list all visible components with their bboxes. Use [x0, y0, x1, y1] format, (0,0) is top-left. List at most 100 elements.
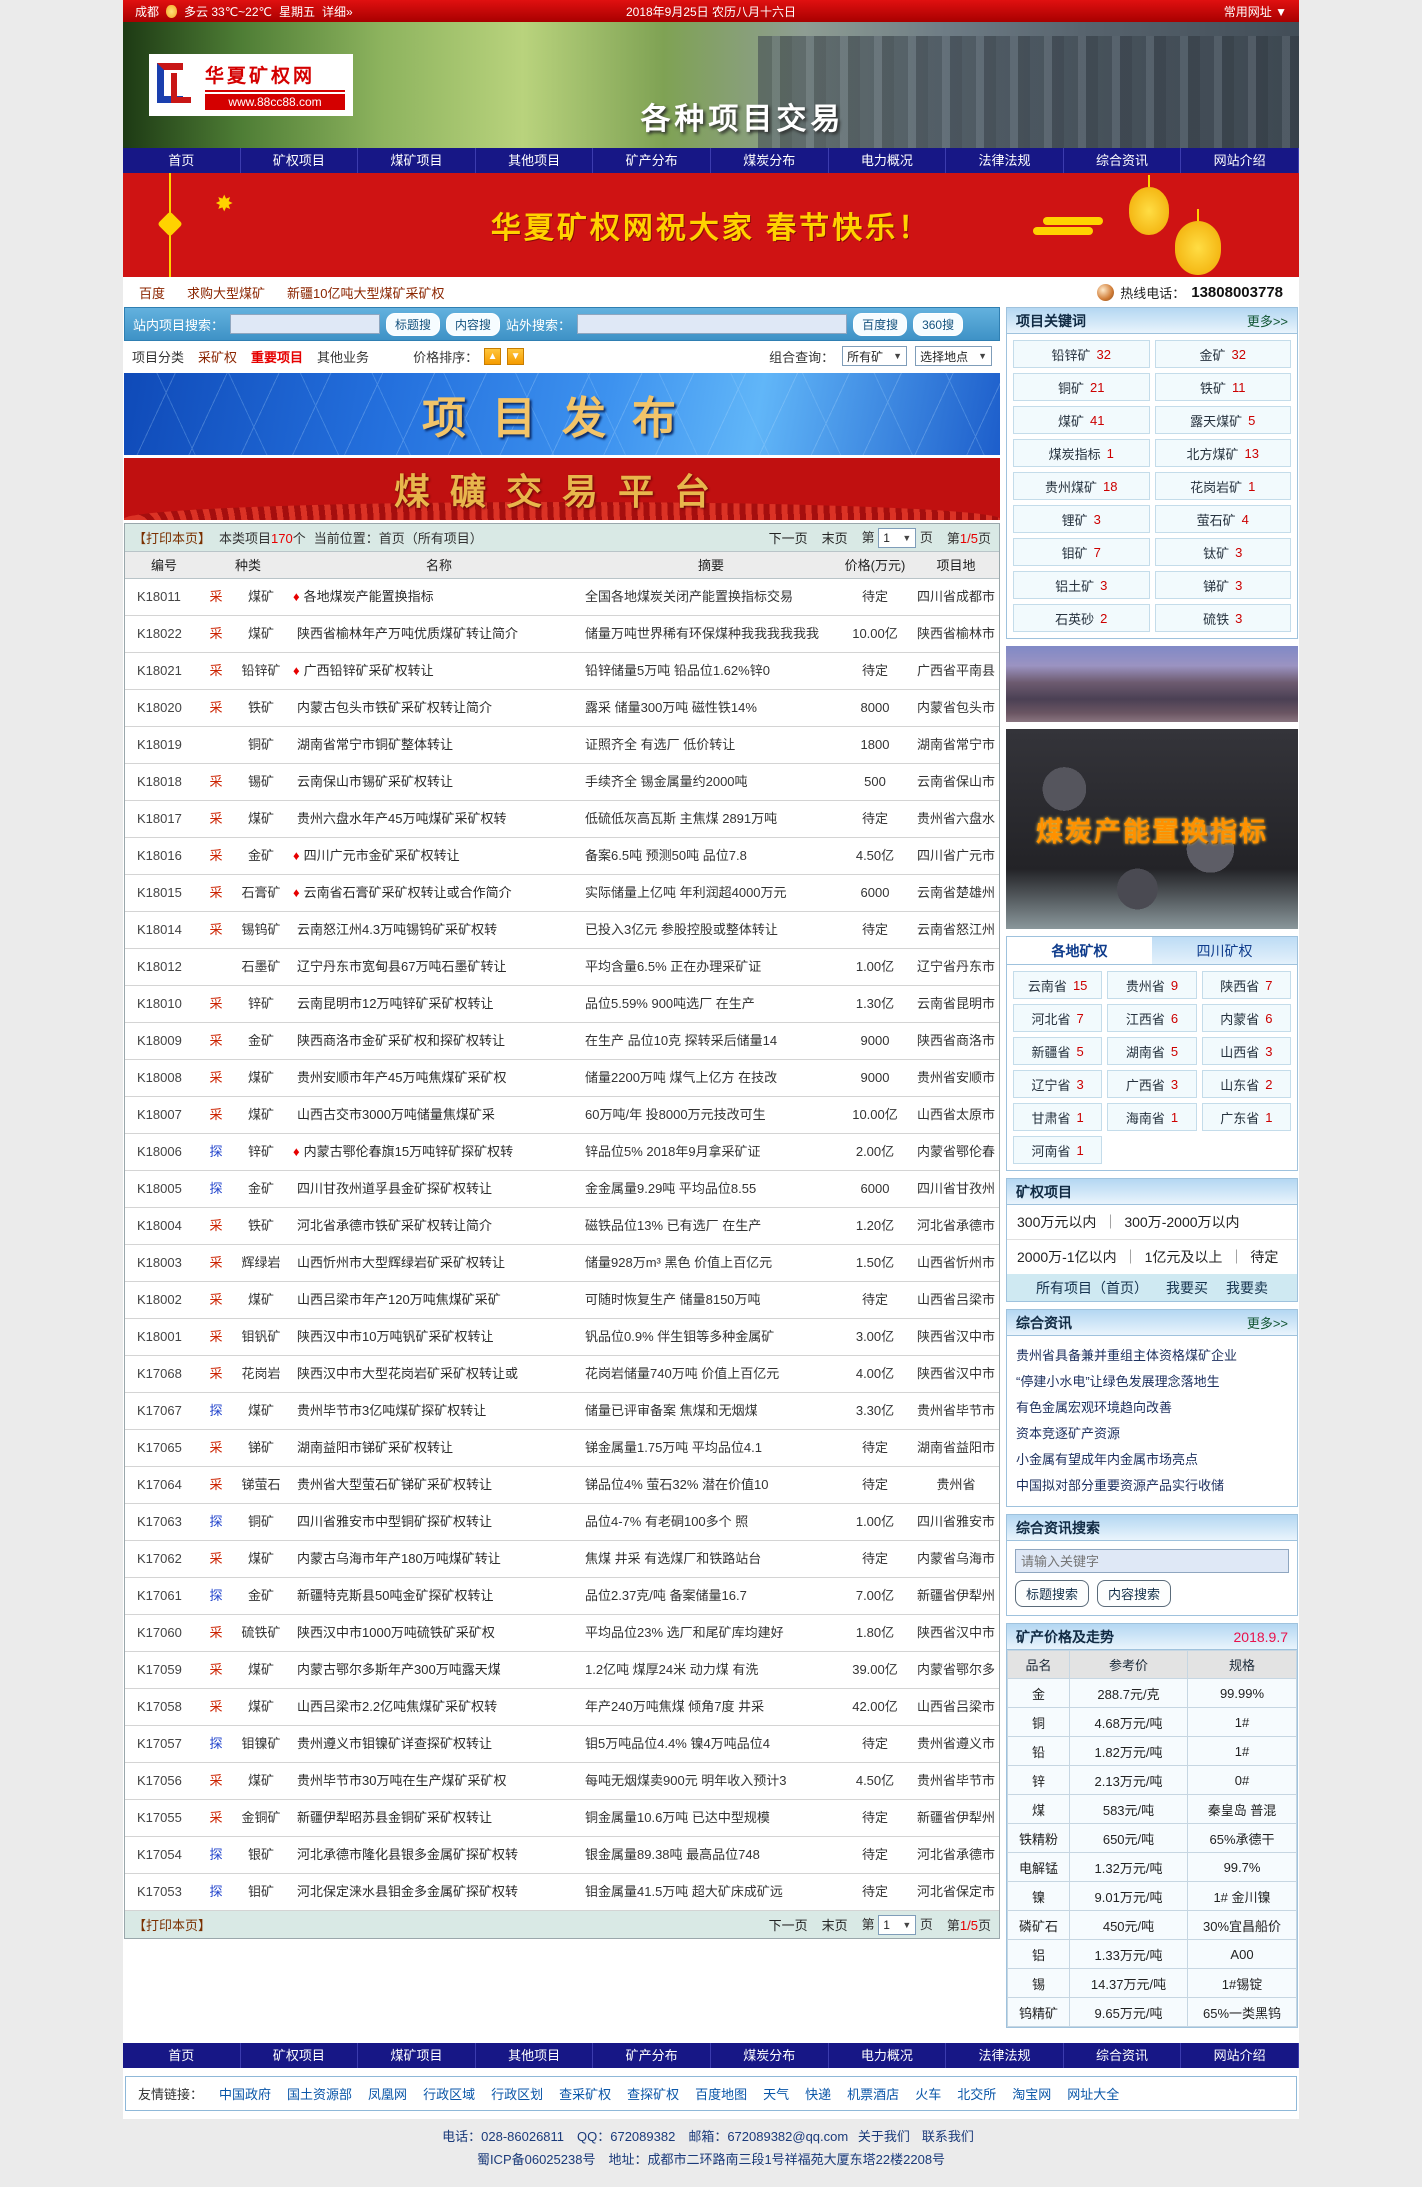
contact-link[interactable]: 关于我们 — [858, 2129, 910, 2144]
row-name-link[interactable]: 陕西汉中市10万吨钒矿采矿权转让 — [293, 1319, 585, 1355]
print-page-link[interactable]: 【打印本页】 — [133, 528, 211, 547]
news-more-link[interactable]: 更多>> — [1247, 1313, 1288, 1332]
friend-link[interactable]: 查探矿权 — [627, 2084, 679, 2103]
keyword-item[interactable]: 锑矿 3 — [1155, 571, 1292, 599]
quick-link[interactable]: 求购大型煤矿 — [187, 283, 265, 302]
nav-item[interactable]: 法律法规 — [946, 2043, 1064, 2068]
keyword-item[interactable]: 贵州煤矿 18 — [1013, 472, 1150, 500]
keyword-item[interactable]: 煤炭指标 1 — [1013, 439, 1150, 467]
region-item[interactable]: 广西省 3 — [1107, 1070, 1196, 1098]
row-name-link[interactable]: 陕西汉中市大型花岗岩矿采矿权转让或 — [293, 1356, 585, 1392]
row-name-link[interactable]: 山西吕梁市2.2亿吨焦煤矿采矿权转 — [293, 1689, 585, 1725]
last-page-link[interactable]: 末页 — [822, 528, 848, 547]
friend-link[interactable]: 天气 — [763, 2084, 789, 2103]
row-name-link[interactable]: 内蒙古包头市铁矿采矿权转让简介 — [293, 690, 585, 726]
region-item[interactable]: 贵州省 9 — [1107, 971, 1196, 999]
region-item[interactable]: 河南省 1 — [1013, 1136, 1102, 1164]
row-name-link[interactable]: 湖南益阳市锑矿采矿权转让 — [293, 1430, 585, 1466]
mining-right-link[interactable]: 采矿权 — [198, 347, 237, 366]
sort-desc-button[interactable]: ▼ — [507, 348, 524, 365]
nav-item[interactable]: 网站介绍 — [1181, 148, 1299, 173]
region-item[interactable]: 江西省 6 — [1107, 1004, 1196, 1032]
row-name-link[interactable]: 山西忻州市大型辉绿岩矿采矿权转让 — [293, 1245, 585, 1281]
row-name-link[interactable]: 辽宁丹东市宽甸县67万吨石墨矿转让 — [293, 949, 585, 985]
keyword-item[interactable]: 硫铁 3 — [1155, 604, 1292, 632]
region-item[interactable]: 山东省 2 — [1202, 1070, 1291, 1098]
so360-search-button[interactable]: 360搜 — [913, 313, 963, 336]
region-item[interactable]: 新疆省 5 — [1013, 1037, 1102, 1065]
row-name-link[interactable]: 陕西商洛市金矿采矿权和探矿权转让 — [293, 1023, 585, 1059]
nav-item[interactable]: 电力概况 — [829, 2043, 947, 2068]
news-item[interactable]: 中国拟对部分重要资源产品实行收储 — [1016, 1473, 1288, 1499]
nav-item[interactable]: 煤炭分布 — [711, 148, 829, 173]
row-name-link[interactable]: 贵州安顺市年产45万吨焦煤矿采矿权 — [293, 1060, 585, 1096]
nav-item[interactable]: 电力概况 — [829, 148, 947, 173]
news-item[interactable]: 小金属有望成年内金属市场亮点 — [1016, 1447, 1288, 1473]
region-item[interactable]: 辽宁省 3 — [1013, 1070, 1102, 1098]
row-name-link[interactable]: 贵州毕节市30万吨在生产煤矿采矿权 — [293, 1763, 585, 1799]
news-item[interactable]: 有色金属宏观环境趋向改善 — [1016, 1395, 1288, 1421]
nav-item[interactable]: 矿权项目 — [241, 148, 359, 173]
row-name-link[interactable]: 河北保定涞水县钼金多金属矿探矿权转 — [293, 1874, 585, 1910]
friend-link[interactable]: 中国政府 — [219, 2084, 271, 2103]
region-item[interactable]: 湖南省 5 — [1107, 1037, 1196, 1065]
friend-link[interactable]: 国土资源部 — [287, 2084, 352, 2103]
friend-link[interactable]: 查采矿权 — [559, 2084, 611, 2103]
nav-item[interactable]: 其他项目 — [476, 2043, 594, 2068]
region-item[interactable]: 山西省 3 — [1202, 1037, 1291, 1065]
nav-item[interactable]: 矿产分布 — [593, 2043, 711, 2068]
friend-link[interactable]: 网址大全 — [1067, 2084, 1119, 2103]
row-name-link[interactable]: 河北省承德市铁矿采矿权转让简介 — [293, 1208, 585, 1244]
nav-item[interactable]: 综合资讯 — [1064, 148, 1182, 173]
nav-item[interactable]: 法律法规 — [946, 148, 1064, 173]
row-name-link[interactable]: 贵州六盘水年产45万吨煤矿采矿权转 — [293, 801, 585, 837]
row-name-link[interactable]: 贵州省大型萤石矿锑矿采矿权转让 — [293, 1467, 585, 1503]
friend-link[interactable]: 淘宝网 — [1012, 2084, 1051, 2103]
print-page-link[interactable]: 【打印本页】 — [133, 1915, 211, 1934]
last-page-link[interactable]: 末页 — [822, 1915, 848, 1934]
keyword-item[interactable]: 金矿 32 — [1155, 340, 1292, 368]
news-item[interactable]: 贵州省具备兼并重组主体资格煤矿企业 — [1016, 1343, 1288, 1369]
keyword-item[interactable]: 石英砂 2 — [1013, 604, 1150, 632]
friend-link[interactable]: 行政区域 — [423, 2084, 475, 2103]
row-name-link[interactable]: ♦各地煤炭产能置换指标 — [293, 579, 585, 615]
row-name-link[interactable]: 贵州毕节市3亿吨煤矿探矿权转让 — [293, 1393, 585, 1429]
friend-link[interactable]: 火车 — [915, 2084, 941, 2103]
important-projects-link[interactable]: 重要项目 — [251, 347, 303, 366]
tab-all-regions[interactable]: 各地矿权 — [1007, 937, 1152, 964]
region-item[interactable]: 云南省 15 — [1013, 971, 1102, 999]
content-search-button[interactable]: 内容搜 — [446, 313, 500, 336]
news-item[interactable]: 资本竞逐矿产资源 — [1016, 1421, 1288, 1447]
keyword-item[interactable]: 北方煤矿 13 — [1155, 439, 1292, 467]
nav-item[interactable]: 首页 — [123, 148, 241, 173]
page-select[interactable]: 1 — [878, 528, 916, 548]
news-title-search-button[interactable]: 标题搜索 — [1015, 1580, 1089, 1607]
news-search-input[interactable] — [1015, 1549, 1289, 1573]
row-name-link[interactable]: 云南昆明市12万吨锌矿采矿权转让 — [293, 986, 585, 1022]
row-name-link[interactable]: 新疆伊犁昭苏县金铜矿采矿权转让 — [293, 1800, 585, 1836]
range-footer-link[interactable]: 我要卖 — [1226, 1278, 1268, 1298]
location-select[interactable]: 选择地点 — [915, 346, 992, 366]
baidu-search-button[interactable]: 百度搜 — [853, 313, 907, 336]
keyword-item[interactable]: 露天煤矿 5 — [1155, 406, 1292, 434]
news-content-search-button[interactable]: 内容搜索 — [1097, 1580, 1171, 1607]
row-name-link[interactable]: 山西古交市3000万吨储量焦煤矿采 — [293, 1097, 585, 1133]
friend-link[interactable]: 快递 — [805, 2084, 831, 2103]
friend-link[interactable]: 北交所 — [957, 2084, 996, 2103]
common-sites-link[interactable]: 常用网址 ▼ — [1224, 3, 1287, 20]
sort-asc-button[interactable]: ▲ — [484, 348, 501, 365]
other-business-link[interactable]: 其他业务 — [317, 347, 369, 366]
nav-item[interactable]: 首页 — [123, 2043, 241, 2068]
project-publish-banner[interactable]: 项目发布 — [124, 373, 1000, 455]
row-name-link[interactable]: ♦广西铅锌矿采矿权转让 — [293, 653, 585, 689]
keyword-item[interactable]: 煤矿 41 — [1013, 406, 1150, 434]
next-page-link[interactable]: 下一页 — [769, 1915, 808, 1934]
keyword-item[interactable]: 铜矿 21 — [1013, 373, 1150, 401]
row-name-link[interactable]: 云南怒江州4.3万吨锡钨矿采矿权转 — [293, 912, 585, 948]
coal-trade-banner[interactable]: 煤礦交易平台 — [124, 458, 1000, 520]
quick-link[interactable]: 新疆10亿吨大型煤矿采矿权 — [287, 283, 444, 302]
keyword-item[interactable]: 钛矿 3 — [1155, 538, 1292, 566]
nav-item[interactable]: 矿权项目 — [241, 2043, 359, 2068]
friend-link[interactable]: 凤凰网 — [368, 2084, 407, 2103]
nav-item[interactable]: 煤炭分布 — [711, 2043, 829, 2068]
